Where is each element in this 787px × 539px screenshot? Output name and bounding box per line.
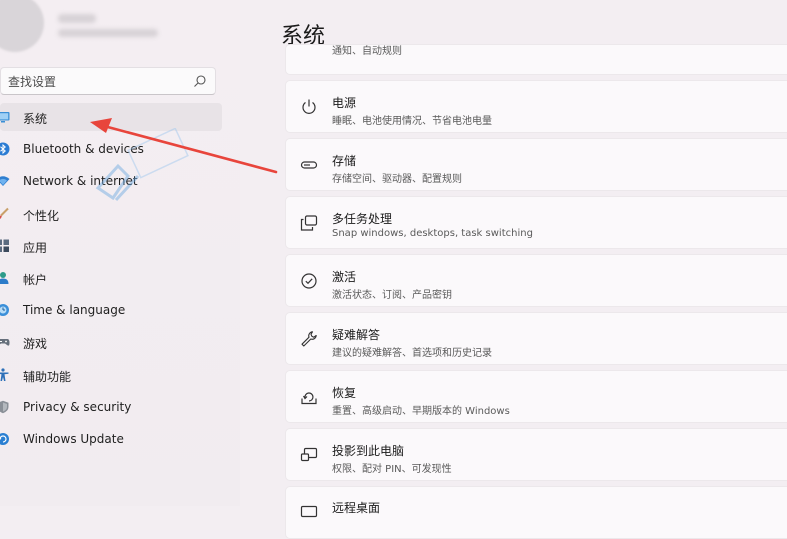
gamepad-icon [0,339,10,346]
card-subtitle: 存储空间、驱动器、配置规则 [332,174,462,185]
card-subtitle: 重置、高级启动、早期版本的 Windows [332,406,510,417]
paintbrush-icon [0,207,9,219]
sidebar-item-label: 游戏 [23,337,48,352]
sidebar: 系统 Bluetooth & devices Network & interne… [0,0,240,506]
card-subtitle: Snap windows, desktops, task switching [332,228,533,239]
card-title: 存储 [332,154,357,168]
globe-clock-icon [0,304,9,317]
search-box[interactable] [0,67,216,95]
card-subtitle: 权限、配对 PIN、可发现性 [332,464,452,475]
sidebar-item-accounts[interactable]: 帐户 [0,264,222,292]
person-icon [0,271,9,284]
card-subtitle: 通知、自动规则 [332,46,402,57]
update-icon [0,432,9,445]
card-recovery[interactable]: 恢复 重置、高级启动、早期版本的 Windows [285,370,787,423]
sidebar-item-network[interactable]: Network & internet [0,167,222,195]
recovery-icon [301,392,317,405]
sidebar-item-windows-update[interactable]: Windows Update [0,425,222,453]
remote-desktop-icon [300,505,318,518]
sidebar-item-privacy[interactable]: Privacy & security [0,393,222,421]
blurred-username [58,14,96,23]
card-power[interactable]: 电源 睡眠、电池使用情况、节省电池电量 [285,80,787,133]
accessibility-icon [0,367,9,381]
card-title: 恢复 [332,386,357,400]
blurred-email [58,29,158,37]
apps-icon [0,239,9,252]
card-title: 疑难解答 [332,328,381,342]
multitask-icon [300,215,318,231]
card-activation[interactable]: 激活 激活状态、订阅、产品密钥 [285,254,787,307]
card-title: 远程桌面 [332,501,381,515]
card-subtitle: 激活状态、订阅、产品密钥 [332,290,452,301]
card-troubleshoot[interactable]: 疑难解答 建议的疑难解答、首选项和历史记录 [285,312,787,365]
card-subtitle: 建议的疑难解答、首选项和历史记录 [332,348,492,359]
sidebar-item-label: 帐户 [23,272,48,287]
sidebar-item-gaming[interactable]: 游戏 [0,328,222,356]
sidebar-item-apps[interactable]: 应用 [0,232,222,260]
sidebar-item-accessibility[interactable]: 辅助功能 [0,361,222,389]
project-icon [300,447,318,462]
card-project-to-pc[interactable]: 投影到此电脑 权限、配对 PIN、可发现性 [285,428,787,481]
card-multitasking[interactable]: 多任务处理 Snap windows, desktops, task switc… [285,196,787,249]
card-title: 电源 [332,96,357,110]
avatar [0,0,44,52]
monitor-icon [0,112,10,123]
user-profile[interactable] [0,0,240,56]
sidebar-item-label: Network & internet [23,174,138,189]
sidebar-item-label: 辅助功能 [23,369,72,384]
card-title: 多任务处理 [332,212,393,226]
storage-icon [300,161,318,169]
sidebar-item-label: 系统 [23,112,48,126]
card-title: 投影到此电脑 [332,444,405,458]
card-notifications[interactable]: 通知、自动规则 [285,44,787,75]
bluetooth-icon [0,142,10,156]
search-icon[interactable] [193,74,207,88]
sidebar-item-label: 个性化 [23,208,60,223]
card-remote-desktop[interactable]: 远程桌面 [285,486,787,539]
sidebar-item-label: Bluetooth & devices [23,142,144,157]
sidebar-item-bluetooth[interactable]: Bluetooth & devices [0,135,222,163]
sidebar-item-time-language[interactable]: Time & language [0,296,222,324]
wrench-icon [301,331,317,347]
card-subtitle: 睡眠、电池使用情况、节省电池电量 [332,116,492,127]
sidebar-item-label: Privacy & security [23,399,132,414]
sidebar-item-label: Windows Update [23,431,124,446]
wifi-icon [0,176,10,187]
shield-icon [0,400,9,413]
card-title: 激活 [332,270,357,284]
power-icon [302,99,316,114]
sidebar-item-system[interactable]: 系统 [0,103,222,131]
card-storage[interactable]: 存储 存储空间、驱动器、配置规则 [285,138,787,191]
sidebar-item-personalization[interactable]: 个性化 [0,200,222,228]
check-circle-icon [301,273,317,289]
search-input[interactable] [6,72,190,92]
sidebar-nav: 系统 Bluetooth & devices Network & interne… [0,103,240,457]
sidebar-item-label: Time & language [23,303,126,318]
sidebar-item-label: 应用 [23,240,48,255]
